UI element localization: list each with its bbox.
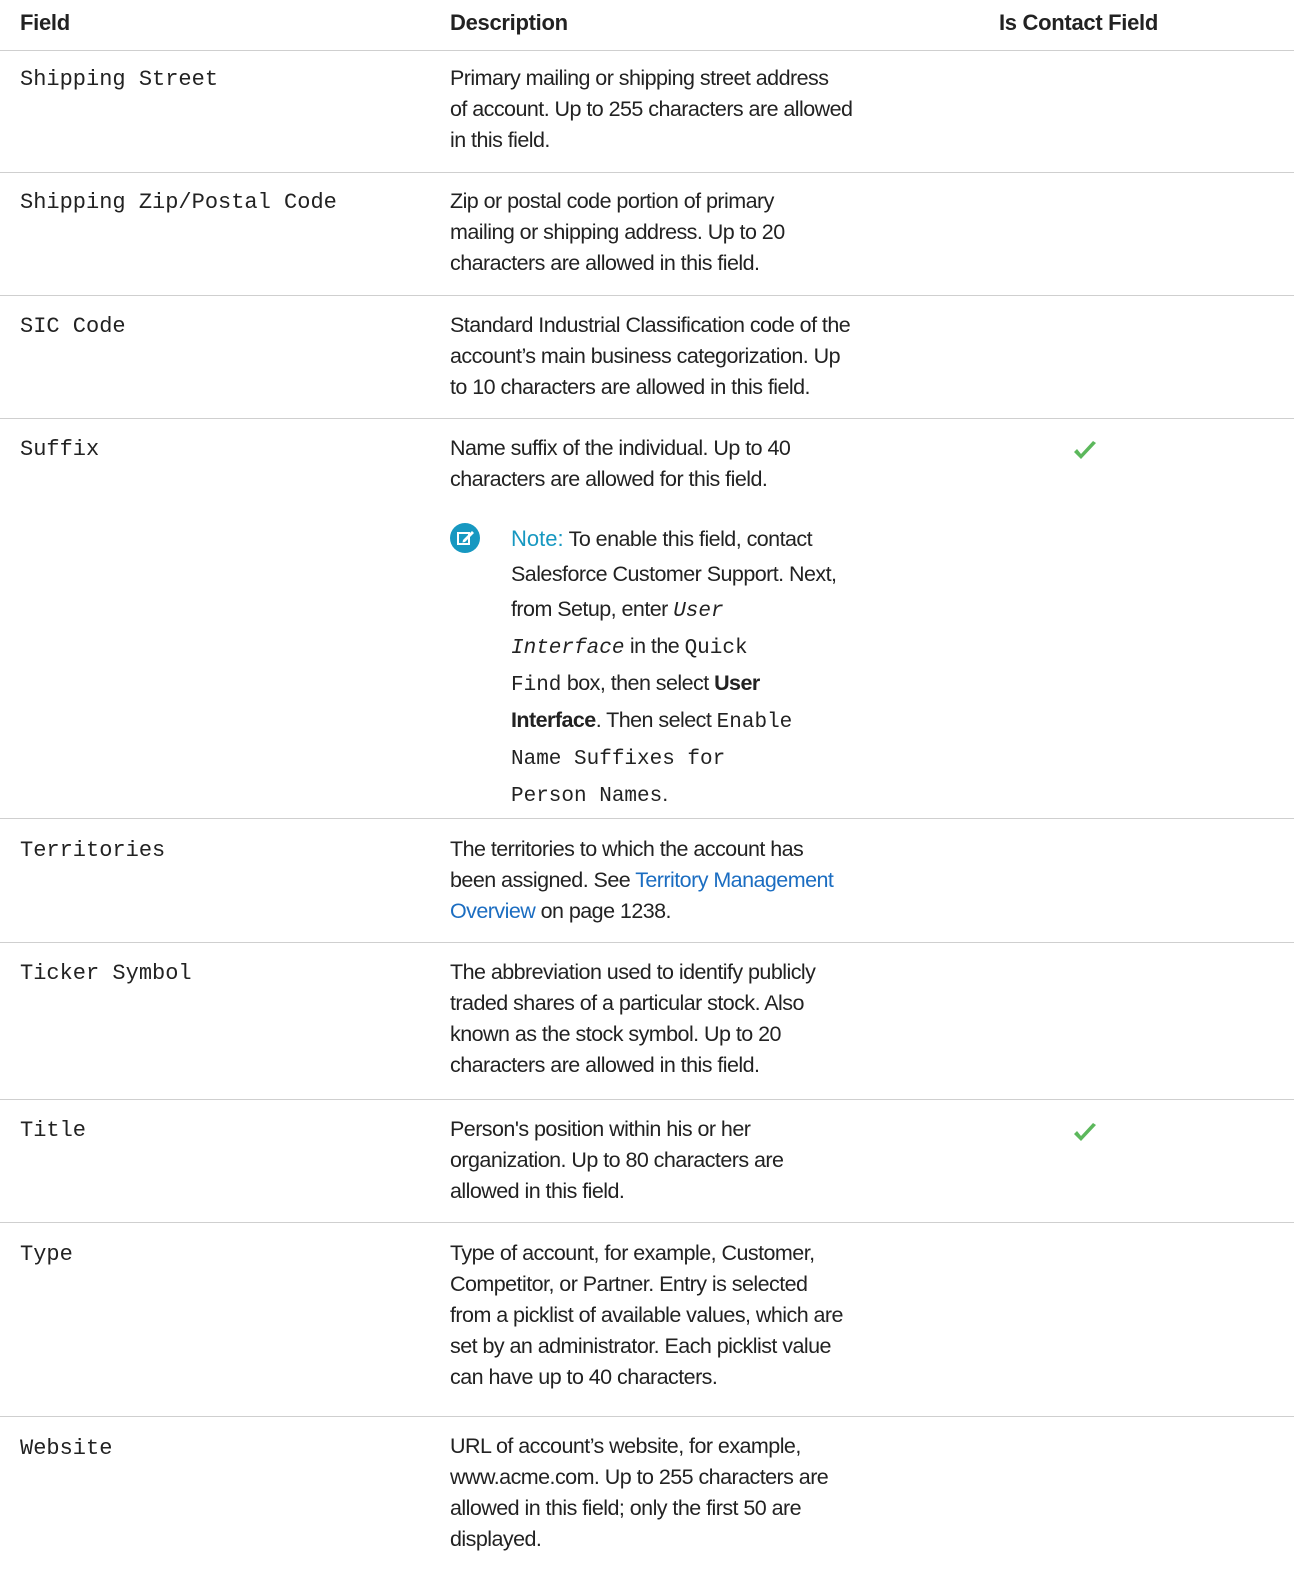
description-line: known as the stock symbol. Up to 20 — [450, 1022, 781, 1046]
description-line: characters are allowed in this field. — [450, 251, 760, 275]
field-name: Type — [20, 1242, 73, 1267]
description-line: set by an administrator. Each picklist v… — [450, 1334, 831, 1358]
field-description: Standard Industrial Classification code … — [450, 310, 870, 403]
territory-management-link[interactable]: Overview — [450, 899, 536, 923]
edit-note-icon — [450, 523, 480, 553]
column-header-is-contact-field: Is Contact Field — [999, 10, 1158, 35]
checkmark-icon — [1074, 441, 1096, 459]
row-divider — [0, 818, 1294, 819]
field-description: Name suffix of the individual. Up to 40 … — [450, 433, 870, 495]
description-line: characters are allowed in this field. — [450, 1053, 760, 1077]
field-name: SIC Code — [20, 314, 126, 339]
field-name: Ticker Symbol — [20, 961, 192, 986]
row-divider — [0, 1416, 1294, 1417]
note-title: Note: — [511, 526, 564, 551]
row-divider — [0, 942, 1294, 943]
field-description: Type of account, for example, Customer, … — [450, 1238, 870, 1393]
description-line: Competitor, or Partner. Entry is selecte… — [450, 1272, 808, 1296]
checkmark-icon — [1074, 1123, 1096, 1141]
description-line: www.acme.com. Up to 255 characters are — [450, 1465, 829, 1489]
description-line: from a picklist of available values, whi… — [450, 1303, 844, 1327]
row-divider — [0, 1222, 1294, 1223]
description-line: The abbreviation used to identify public… — [450, 960, 816, 984]
description-line: URL of account’s website, for example, — [450, 1434, 801, 1458]
description-line: allowed in this field. — [450, 1179, 625, 1203]
field-name: Website — [20, 1436, 113, 1461]
field-name: Title — [20, 1118, 87, 1143]
description-line: characters are allowed for this field. — [450, 467, 768, 491]
field-description: Zip or postal code portion of primary ma… — [450, 186, 870, 279]
field-name: Shipping Street — [20, 67, 219, 92]
column-header-description: Description — [450, 10, 568, 35]
row-divider — [0, 172, 1294, 173]
description-line: Name suffix of the individual. Up to 40 — [450, 436, 791, 460]
description-line: can have up to 40 characters. — [450, 1365, 718, 1389]
description-line: of account. Up to 255 characters are all… — [450, 97, 853, 121]
column-header-field: Field — [20, 10, 70, 35]
description-line: traded shares of a particular stock. Als… — [450, 991, 804, 1015]
description-line: in this field. — [450, 128, 550, 152]
field-description: Primary mailing or shipping street addre… — [450, 63, 870, 156]
field-description: The abbreviation used to identify public… — [450, 957, 870, 1081]
row-divider — [0, 295, 1294, 296]
row-divider — [0, 1099, 1294, 1100]
description-line: Person's position within his or her — [450, 1117, 751, 1141]
territory-management-link[interactable]: Territory Management — [635, 868, 834, 892]
description-line: to 10 characters are allowed in this fie… — [450, 375, 811, 399]
header-divider — [0, 50, 1294, 51]
description-line: Type of account, for example, Customer, — [450, 1241, 815, 1265]
note-text: Note: To enable this field, contact Sale… — [511, 526, 837, 808]
row-divider — [0, 418, 1294, 419]
description-line: allowed in this field; only the first 50… — [450, 1496, 802, 1520]
description-line: Standard Industrial Classification code … — [450, 313, 851, 337]
description-line: Primary mailing or shipping street addre… — [450, 66, 829, 90]
field-name: Shipping Zip/Postal Code — [20, 190, 337, 215]
field-description: The territories to which the account has… — [450, 837, 834, 923]
field-name: Suffix — [20, 437, 100, 462]
description-line: Zip or postal code portion of primary — [450, 189, 774, 213]
description-line: mailing or shipping address. Up to 20 — [450, 220, 785, 244]
description-line: account’s main business categorization. … — [450, 344, 841, 368]
description-line: displayed. — [450, 1527, 542, 1551]
field-description: Person's position within his or her orga… — [450, 1114, 870, 1207]
description-line: organization. Up to 80 characters are — [450, 1148, 784, 1172]
field-description: URL of account’s website, for example, w… — [450, 1431, 870, 1555]
field-name: Territories — [20, 838, 166, 863]
